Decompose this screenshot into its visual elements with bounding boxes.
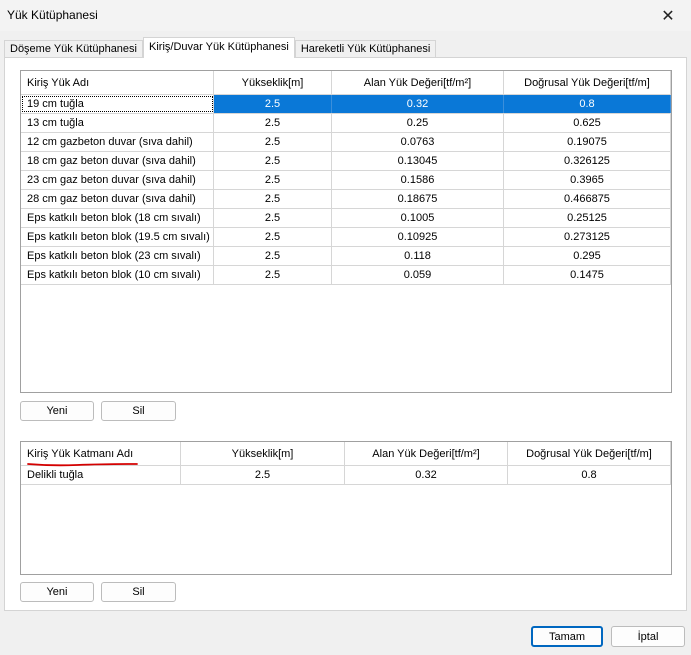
cell-area-load[interactable]: 0.059 [332,266,504,284]
cell-height[interactable]: 2.5 [214,95,332,113]
cell-height[interactable]: 2.5 [214,171,332,189]
cell-linear-load[interactable]: 0.3965 [504,171,671,189]
cell-area-load[interactable]: 0.10925 [332,228,504,246]
tab-beam-wall-load-library[interactable]: Kiriş/Duvar Yük Kütüphanesi [143,37,295,58]
cell-name[interactable]: 18 cm gaz beton duvar (sıva dahil) [21,152,214,170]
cell-area-load[interactable]: 0.118 [332,247,504,265]
cell-height[interactable]: 2.5 [214,228,332,246]
cell-linear-load[interactable]: 0.466875 [504,190,671,208]
cell-linear-load[interactable]: 0.8 [504,95,671,113]
table-row[interactable]: 19 cm tuğla 2.5 0.32 0.8 [21,95,671,114]
cell-area-load[interactable]: 0.32 [332,95,504,113]
table-header: Kiriş Yük Katmanı Adı Yükseklik[m] Alan … [21,442,671,467]
top-delete-button[interactable]: Sil [101,401,176,421]
bottom-new-button[interactable]: Yeni [20,582,94,602]
cell-area-load[interactable]: 0.18675 [332,190,504,208]
cell-area-load[interactable]: 0.1005 [332,209,504,227]
cell-height[interactable]: 2.5 [214,247,332,265]
ok-button[interactable]: Tamam [531,626,603,647]
cell-name[interactable]: Eps katkılı beton blok (18 cm sıvalı) [21,209,214,227]
cell-linear-load[interactable]: 0.8 [508,466,671,484]
tab-panel: Kiriş Yük Adı Yükseklik[m] Alan Yük Değe… [4,57,687,611]
window-title: Yük Kütüphanesi [7,8,98,22]
cell-height[interactable]: 2.5 [214,209,332,227]
beam-load-layer-table[interactable]: Kiriş Yük Katmanı Adı Yükseklik[m] Alan … [20,441,672,575]
cell-height[interactable]: 2.5 [214,190,332,208]
cell-linear-load[interactable]: 0.326125 [504,152,671,170]
cell-area-load[interactable]: 0.25 [332,114,504,132]
cell-height[interactable]: 2.5 [214,114,332,132]
table-row[interactable]: Eps katkılı beton blok (18 cm sıvalı) 2.5… [21,209,671,228]
column-header-area-load[interactable]: Alan Yük Değeri[tf/m²] [345,442,508,465]
beam-load-table[interactable]: Kiriş Yük Adı Yükseklik[m] Alan Yük Değe… [20,70,672,393]
cell-height[interactable]: 2.5 [214,152,332,170]
cell-name[interactable]: Eps katkılı beton blok (19.5 cm sıvalı) [21,228,214,246]
cell-linear-load[interactable]: 0.19075 [504,133,671,151]
red-underline-annotation [27,463,138,467]
cell-linear-load[interactable]: 0.25125 [504,209,671,227]
tab-strip: Döşeme Yük Kütüphanesi Kiriş/Duvar Yük K… [4,37,437,58]
table-row[interactable]: 18 cm gaz beton duvar (sıva dahil) 2.5 0.1… [21,152,671,171]
cell-linear-load[interactable]: 0.1475 [504,266,671,284]
cancel-button[interactable]: İptal [611,626,685,647]
cell-area-load[interactable]: 0.0763 [332,133,504,151]
close-icon: ✕ [661,7,675,25]
column-header-height[interactable]: Yükseklik[m] [214,71,332,94]
column-header-name[interactable]: Kiriş Yük Adı [21,71,214,94]
close-button[interactable]: ✕ [645,0,691,31]
cell-height[interactable]: 2.5 [214,266,332,284]
column-header-height[interactable]: Yükseklik[m] [181,442,345,465]
top-new-button[interactable]: Yeni [20,401,94,421]
cell-name[interactable]: 12 cm gazbeton duvar (sıva dahil) [21,133,214,151]
table-row[interactable]: 12 cm gazbeton duvar (sıva dahil) 2.5 0.07… [21,133,671,152]
cell-name[interactable]: 23 cm gaz beton duvar (sıva dahil) [21,171,214,189]
table-row[interactable]: Eps katkılı beton blok (19.5 cm sıvalı) 2… [21,228,671,247]
bottom-delete-button[interactable]: Sil [101,582,176,602]
cell-name[interactable]: 13 cm tuğla [21,114,214,132]
tab-slab-load-library[interactable]: Döşeme Yük Kütüphanesi [4,40,143,58]
table-row[interactable]: 23 cm gaz beton duvar (sıva dahil) 2.5 0.1… [21,171,671,190]
cell-height[interactable]: 2.5 [214,133,332,151]
table-row[interactable]: Eps katkılı beton blok (23 cm sıvalı) 2.5… [21,247,671,266]
cell-name[interactable]: Eps katkılı beton blok (23 cm sıvalı) [21,247,214,265]
title-bar: Yük Kütüphanesi ✕ [0,0,691,31]
table-row[interactable]: 28 cm gaz beton duvar (sıva dahil) 2.5 0.1… [21,190,671,209]
cell-linear-load[interactable]: 0.625 [504,114,671,132]
cell-area-load[interactable]: 0.13045 [332,152,504,170]
cell-height[interactable]: 2.5 [181,466,345,484]
column-header-linear-load[interactable]: Doğrusal Yük Değeri[tf/m] [504,71,671,94]
cell-name[interactable]: 19 cm tuğla [21,95,214,113]
cell-linear-load[interactable]: 0.273125 [504,228,671,246]
column-header-area-load[interactable]: Alan Yük Değeri[tf/m²] [332,71,504,94]
cell-area-load[interactable]: 0.1586 [332,171,504,189]
table-row[interactable]: Eps katkılı beton blok (10 cm sıvalı) 2.5… [21,266,671,285]
cell-name[interactable]: 28 cm gaz beton duvar (sıva dahil) [21,190,214,208]
table-header: Kiriş Yük Adı Yükseklik[m] Alan Yük Değe… [21,71,671,95]
cell-linear-load[interactable]: 0.295 [504,247,671,265]
tab-live-load-library[interactable]: Hareketli Yük Kütüphanesi [294,40,437,58]
table-row[interactable]: 13 cm tuğla 2.5 0.25 0.625 [21,114,671,133]
column-header-linear-load[interactable]: Doğrusal Yük Değeri[tf/m] [508,442,671,465]
cell-name[interactable]: Eps katkılı beton blok (10 cm sıvalı) [21,266,214,284]
cell-area-load[interactable]: 0.32 [345,466,508,484]
